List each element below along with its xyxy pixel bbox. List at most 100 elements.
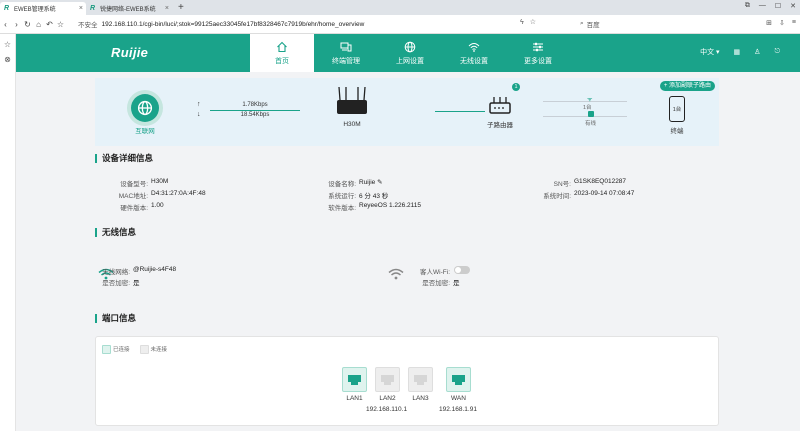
app-header: Ruijie 首页 终端管理 上网设置 无线设置 更多设置 中文 ▾ ▦ ♙ ⎋ bbox=[16, 34, 800, 72]
download-icon[interactable]: ⇩ bbox=[779, 19, 785, 27]
terminal-label: 终端 bbox=[670, 128, 684, 135]
window-controls: ⧉ — ☐ ✕ bbox=[745, 2, 796, 10]
guest-wifi-toggle[interactable] bbox=[454, 266, 470, 274]
wifi-icon bbox=[468, 42, 480, 52]
maximize-icon[interactable]: ☐ bbox=[775, 2, 781, 10]
user-icon[interactable]: ♙ bbox=[754, 48, 760, 56]
legend-disconnected: 未连接 bbox=[139, 345, 167, 355]
ethernet-port-icon bbox=[446, 367, 471, 392]
minimize-icon[interactable]: — bbox=[759, 2, 766, 10]
language-select[interactable]: 中文 ▾ bbox=[700, 47, 719, 57]
url-text: 192.168.110.1/cgi-bin/luci/;stok=99125ae… bbox=[101, 20, 365, 28]
port-label: LAN1 bbox=[346, 395, 363, 402]
info-mac: MAC地址: D4:31:27:0A:4F:48 bbox=[118, 190, 206, 200]
browser-toolbar: ‹ › ↻ ⌂ ↶ ☆ 不安全 192.168.110.1/cgi-bin/lu… bbox=[0, 15, 800, 34]
wifi-encrypt-row: 是否加密: 是 bbox=[102, 280, 140, 287]
nav-wireless-settings[interactable]: 无线设置 bbox=[442, 34, 506, 72]
sliders-icon bbox=[533, 42, 543, 51]
port-label: WAN bbox=[451, 395, 466, 402]
browser-tab-eweb[interactable]: R EWEB管理系统 × bbox=[0, 2, 86, 15]
port-lan1[interactable]: LAN1 bbox=[342, 367, 367, 402]
sub-router-icon bbox=[489, 97, 511, 114]
bookmark-icon[interactable]: ☆ bbox=[530, 18, 536, 26]
wifi-link-line bbox=[543, 101, 627, 102]
nav-label: 更多设置 bbox=[524, 57, 552, 65]
port-lan3[interactable]: LAN3 bbox=[408, 367, 433, 402]
close-window-icon[interactable]: ✕ bbox=[790, 2, 796, 10]
ethernet-port-icon bbox=[408, 367, 433, 392]
reload-icon[interactable]: ↻ bbox=[22, 20, 33, 29]
tab-title: 锐捷网络-EWEB系统 bbox=[100, 7, 156, 13]
nav-more-settings[interactable]: 更多设置 bbox=[506, 34, 570, 72]
extension-icon[interactable]: ⊗ bbox=[0, 55, 15, 64]
info-sn: SN号: G1SK8EQ012287 bbox=[553, 178, 627, 188]
port-legend: 已连接 未连接 bbox=[102, 345, 167, 355]
home-browser-icon[interactable]: ⌂ bbox=[33, 20, 44, 29]
forward-icon[interactable]: › bbox=[11, 20, 22, 29]
terminal-count: 1台 bbox=[672, 107, 682, 113]
browser-tab-ruijie[interactable]: R 锐捷网络-EWEB系统 × bbox=[86, 2, 172, 15]
ethernet-port-icon bbox=[375, 367, 400, 392]
upload-arrow-icon: ↑ bbox=[197, 101, 201, 108]
back-icon[interactable]: ‹ bbox=[0, 20, 11, 29]
star-icon[interactable]: ☆ bbox=[55, 20, 66, 29]
port-wan[interactable]: WAN bbox=[446, 367, 471, 402]
main-router-label: H30M bbox=[343, 121, 361, 128]
wifi-ssid-row: 无线网络: @Ruijie-s4F48 bbox=[102, 266, 177, 276]
guest-wifi-row: 客人Wi-Fi: bbox=[390, 266, 470, 276]
new-tab-icon[interactable]: + bbox=[178, 2, 184, 15]
browser-search[interactable]: ⌕ 百度 bbox=[580, 18, 700, 30]
nav-terminal-management[interactable]: 终端管理 bbox=[314, 34, 378, 72]
wired-label: 有线 bbox=[585, 121, 597, 127]
favorites-icon[interactable]: ☆ bbox=[0, 40, 15, 49]
address-actions: ϟ ☆ bbox=[520, 18, 536, 27]
nav-internet-settings[interactable]: 上网设置 bbox=[378, 34, 442, 72]
port-label: LAN2 bbox=[379, 395, 396, 402]
grid-icon[interactable]: ⊞ bbox=[766, 19, 772, 27]
menu-icon[interactable]: ≡ bbox=[792, 19, 796, 27]
globe-icon bbox=[404, 41, 416, 52]
close-tab-icon[interactable]: × bbox=[79, 5, 83, 12]
info-sw-version: 软件版本: ReyeeOS 1.226.2115 bbox=[328, 202, 422, 212]
link-line bbox=[210, 110, 300, 111]
wan-ip: 192.168.1.91 bbox=[439, 406, 477, 413]
insecure-indicator: 不安全 bbox=[78, 22, 98, 29]
device-info-title: 设备详细信息 bbox=[95, 154, 153, 163]
address-bar[interactable]: 不安全 192.168.110.1/cgi-bin/luci/;stok=991… bbox=[78, 17, 518, 31]
info-system-time: 系统时间: 2023-09-14 07:08:47 bbox=[543, 190, 635, 200]
upload-speed: 1.78Kbps bbox=[242, 102, 268, 108]
search-icon: ⌕ bbox=[580, 20, 584, 27]
wifi-small-icon: ᯤ bbox=[587, 97, 593, 103]
nav-label: 无线设置 bbox=[460, 57, 488, 65]
language-label: 中文 bbox=[700, 49, 715, 56]
wifi-count: 1台 bbox=[583, 105, 592, 111]
device-name-link[interactable]: Ruijie ✎ bbox=[359, 178, 383, 188]
search-placeholder: 百度 bbox=[586, 22, 600, 29]
devices-icon bbox=[340, 42, 352, 51]
internet-node[interactable]: 互联网 bbox=[131, 94, 159, 135]
restore-icon[interactable]: ⧉ bbox=[745, 2, 750, 10]
add-mesh-router-button[interactable]: + 添加副联子路由 bbox=[659, 81, 715, 91]
close-tab-icon[interactable]: × bbox=[165, 5, 169, 12]
qrcode-icon[interactable]: ▦ bbox=[734, 48, 741, 56]
browser-sidebar: ☆ ⊗ bbox=[0, 34, 16, 431]
wired-link-line bbox=[543, 116, 627, 117]
main-router-node[interactable]: H30M bbox=[335, 86, 369, 128]
ethernet-port-icon bbox=[342, 367, 367, 392]
nav-label: 首页 bbox=[275, 57, 289, 65]
browser-tools: ⊞ ⇩ ≡ bbox=[766, 19, 796, 27]
internet-label: 互联网 bbox=[135, 128, 155, 135]
terminal-node[interactable]: 1台 终端 bbox=[669, 96, 685, 135]
logout-icon[interactable]: ⎋ bbox=[774, 48, 780, 56]
port-lan2[interactable]: LAN2 bbox=[375, 367, 400, 402]
browser-tabbar: R EWEB管理系统 × R 锐捷网络-EWEB系统 × + ⧉ — ☐ ✕ bbox=[0, 0, 800, 15]
ruijie-favicon-icon: R bbox=[4, 5, 10, 12]
nav-home[interactable]: 首页 bbox=[250, 34, 314, 72]
undo-icon[interactable]: ↶ bbox=[44, 20, 55, 29]
edit-icon: ✎ bbox=[377, 179, 383, 186]
nav-label: 上网设置 bbox=[396, 57, 424, 65]
lightning-icon[interactable]: ϟ bbox=[520, 19, 524, 26]
phone-icon: 1台 bbox=[669, 96, 685, 122]
sub-router-node[interactable]: 子路由器 bbox=[487, 96, 513, 129]
globe-icon bbox=[131, 94, 159, 122]
